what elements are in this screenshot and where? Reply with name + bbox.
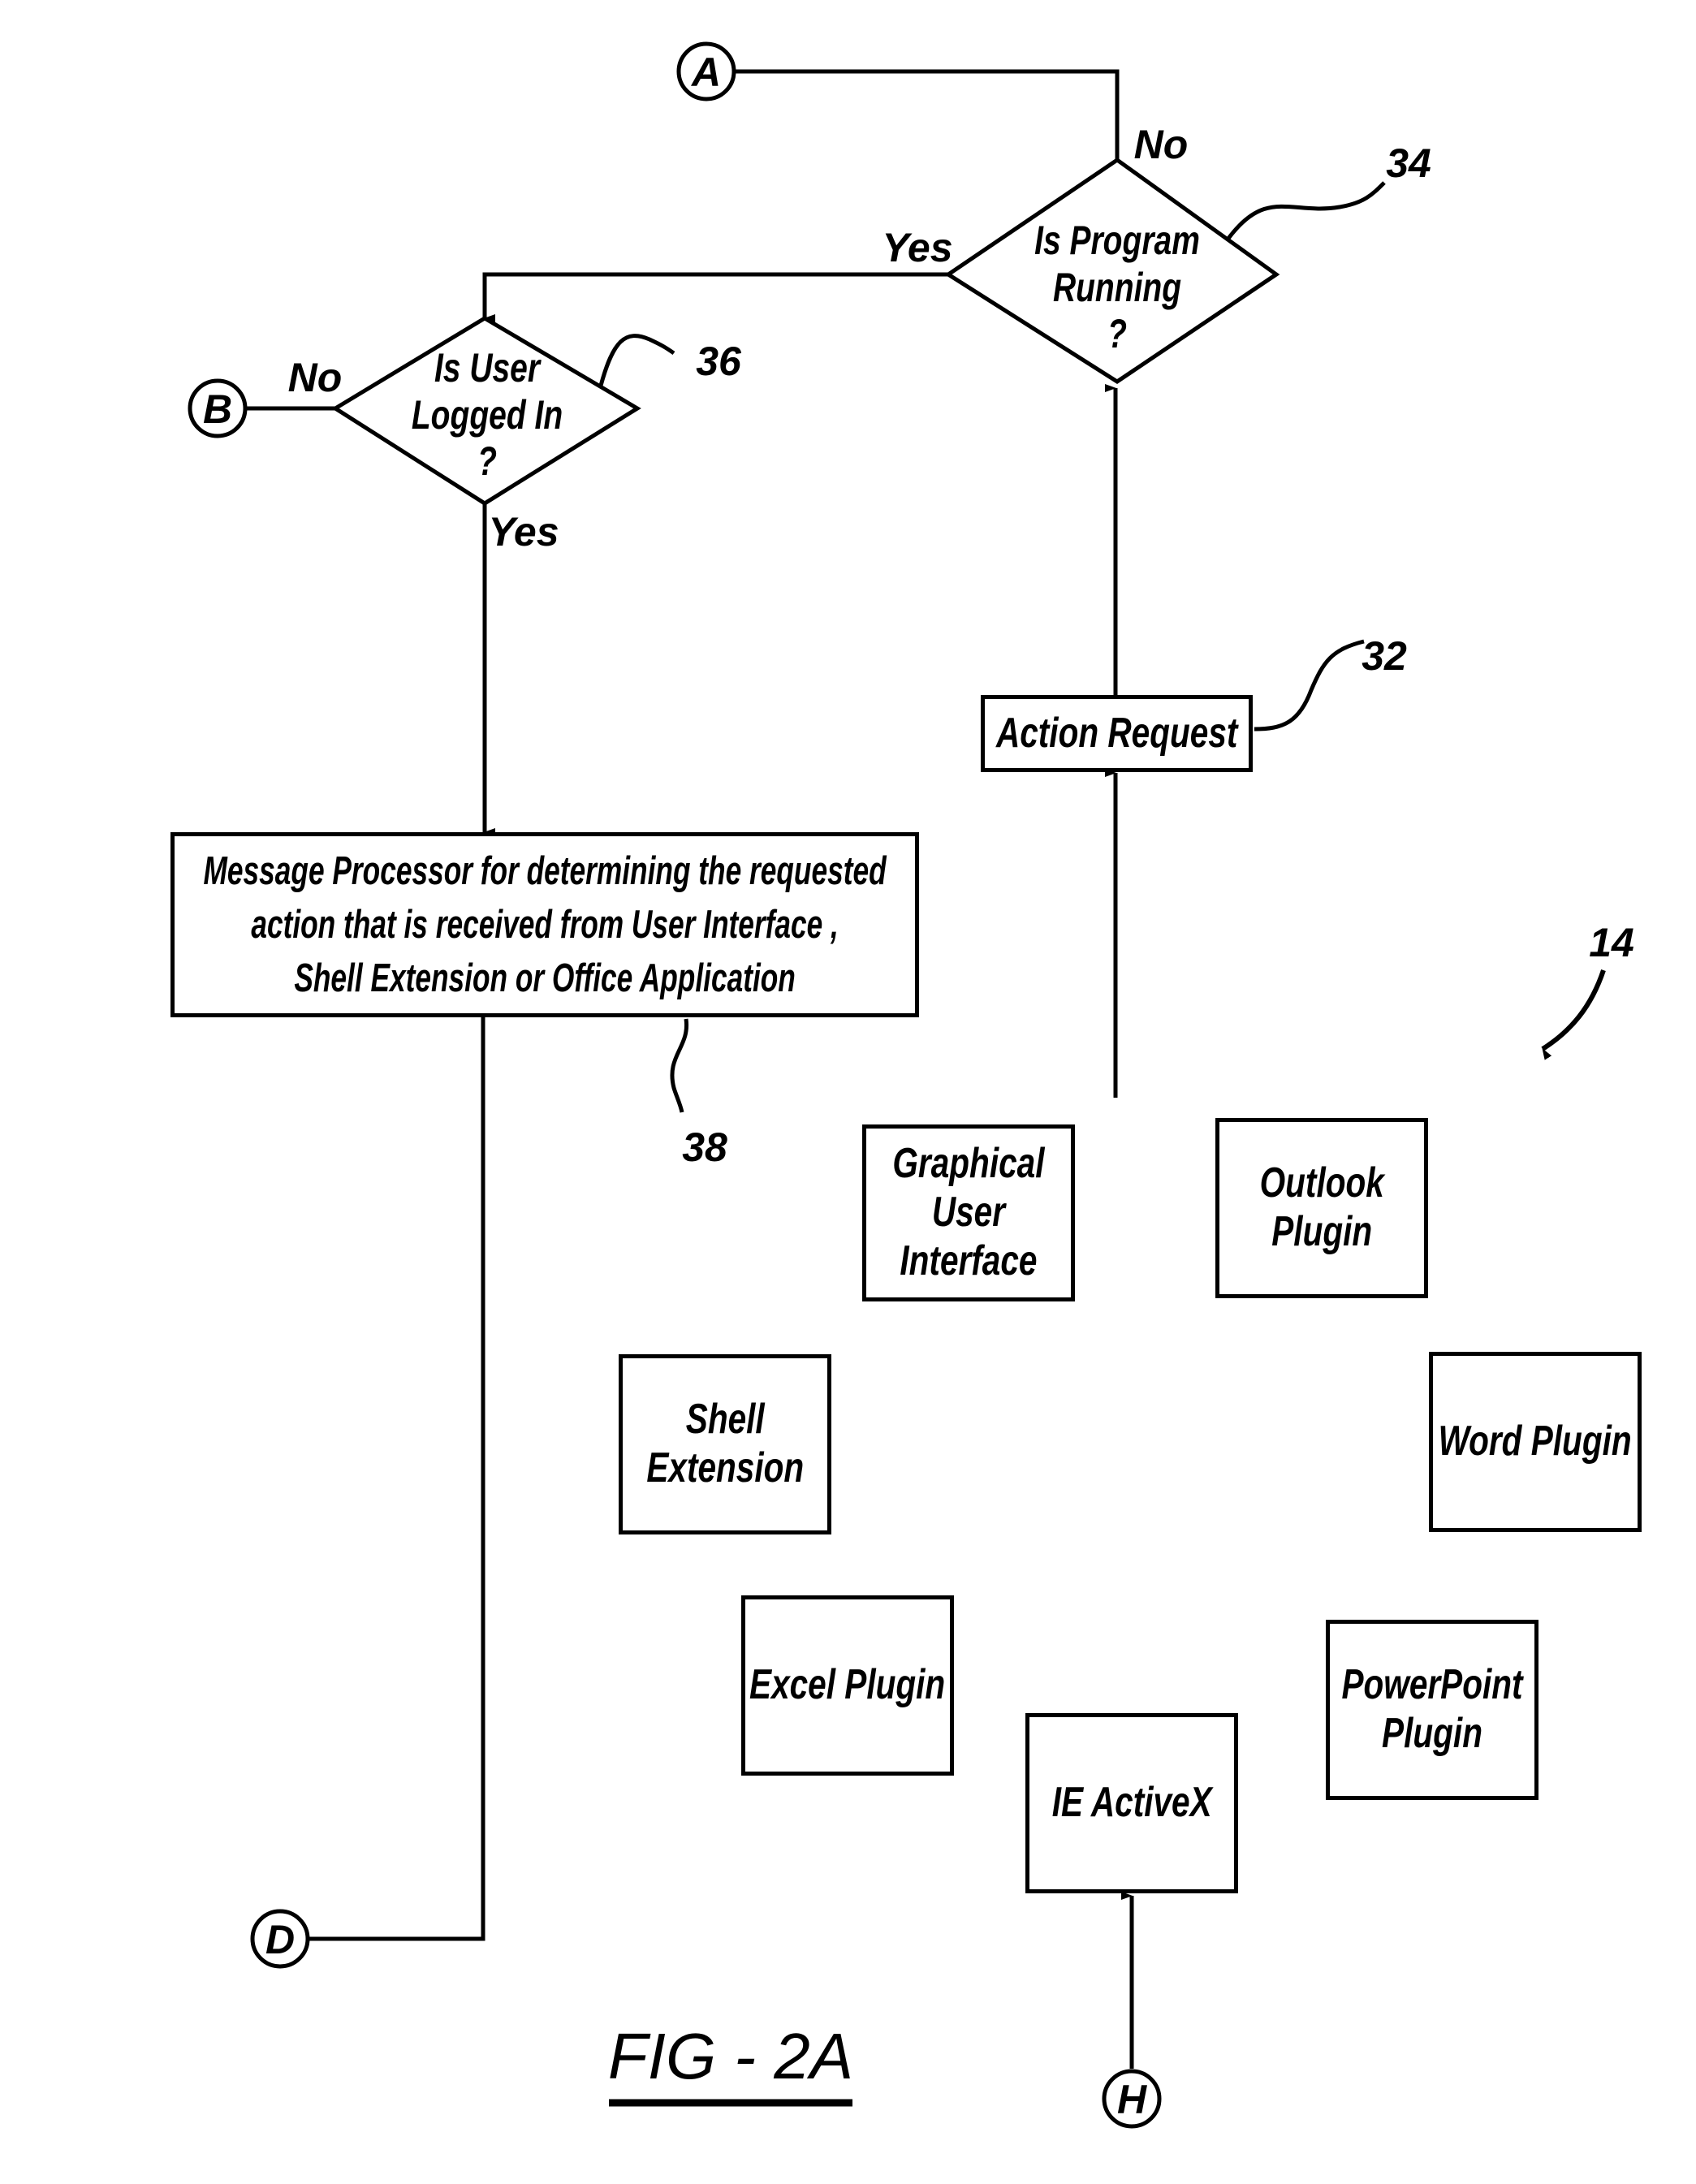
- outlook-line2: Plugin: [1271, 1208, 1372, 1255]
- action-request-label: Action Request: [995, 709, 1238, 757]
- no-label-program: No: [1134, 122, 1189, 167]
- flowchart-lines: A No Yes 34 36 B No Yes D 38 32 14 H FIG…: [188, 41, 1634, 2129]
- gui-line2: User: [931, 1189, 1006, 1237]
- decision-user-logged-in-text: Is User Logged In ?: [405, 345, 570, 486]
- connector-b-label: B: [203, 386, 232, 432]
- decision-user-line2: Logged In: [411, 391, 563, 438]
- connector-a-label: A: [690, 50, 721, 95]
- action-request-box[interactable]: Action Request: [981, 695, 1253, 772]
- outlook-line1: Outlook: [1259, 1159, 1384, 1207]
- line-processor-to-d: [307, 1016, 485, 1941]
- source-shell-box[interactable]: Shell Extension: [619, 1354, 831, 1534]
- leader-38: [670, 1018, 689, 1113]
- source-ie-box[interactable]: IE ActiveX: [1025, 1713, 1238, 1893]
- decision-program-line2: Running: [1052, 264, 1182, 310]
- ref-38: 38: [682, 1124, 727, 1170]
- ref-14: 14: [1589, 920, 1634, 965]
- leader-34: [1225, 181, 1386, 241]
- no-label-user: No: [288, 355, 343, 400]
- word-line1: Word Plugin: [1438, 1418, 1633, 1465]
- ref-34: 34: [1386, 140, 1431, 186]
- gui-line3: Interface: [900, 1237, 1038, 1284]
- connector-d-label: D: [265, 1917, 295, 1962]
- shell-line2: Extension: [646, 1444, 804, 1491]
- decision-user-line1: Is User: [434, 345, 541, 391]
- ref-32: 32: [1362, 633, 1407, 679]
- powerpoint-line2: Plugin: [1382, 1710, 1482, 1757]
- ie-line1: IE ActiveX: [1051, 1779, 1212, 1827]
- arrow-14: [1541, 969, 1606, 1060]
- decision-program-line1: Is Program: [1034, 218, 1200, 263]
- ref-36: 36: [696, 339, 742, 384]
- yes-label-program: Yes: [882, 225, 952, 270]
- line-a-to-decision: [734, 69, 1120, 160]
- source-powerpoint-box[interactable]: PowerPoint Plugin: [1326, 1620, 1538, 1800]
- powerpoint-line1: PowerPoint: [1341, 1661, 1523, 1709]
- source-outlook-box[interactable]: Outlook Plugin: [1215, 1118, 1428, 1298]
- shell-line1: Shell: [685, 1396, 765, 1444]
- decision-program-running-text: Is Program Running ?: [1029, 218, 1206, 358]
- leader-36: [598, 334, 675, 386]
- processor-line2: action that is received from User Interf…: [251, 902, 839, 947]
- processor-line3: Shell Extension or Office Application: [294, 956, 796, 1001]
- excel-line1: Excel Plugin: [749, 1661, 946, 1709]
- gui-line1: Graphical: [892, 1140, 1045, 1188]
- processor-line1: Message Processor for determining the re…: [203, 848, 887, 893]
- figure-caption: FIG - 2A: [608, 2020, 853, 2092]
- arrow-yes-to-user-check: [482, 272, 948, 322]
- yes-label-user: Yes: [488, 509, 559, 555]
- connector-h-label: H: [1117, 2077, 1147, 2122]
- decision-user-line3: ?: [477, 438, 497, 484]
- decision-program-line3: ?: [1107, 311, 1127, 356]
- message-processor-box[interactable]: Message Processor for determining the re…: [170, 832, 919, 1017]
- source-word-box[interactable]: Word Plugin: [1429, 1352, 1642, 1532]
- source-excel-box[interactable]: Excel Plugin: [741, 1595, 954, 1776]
- source-gui-box[interactable]: Graphical User Interface: [862, 1124, 1075, 1301]
- leader-32: [1254, 639, 1365, 732]
